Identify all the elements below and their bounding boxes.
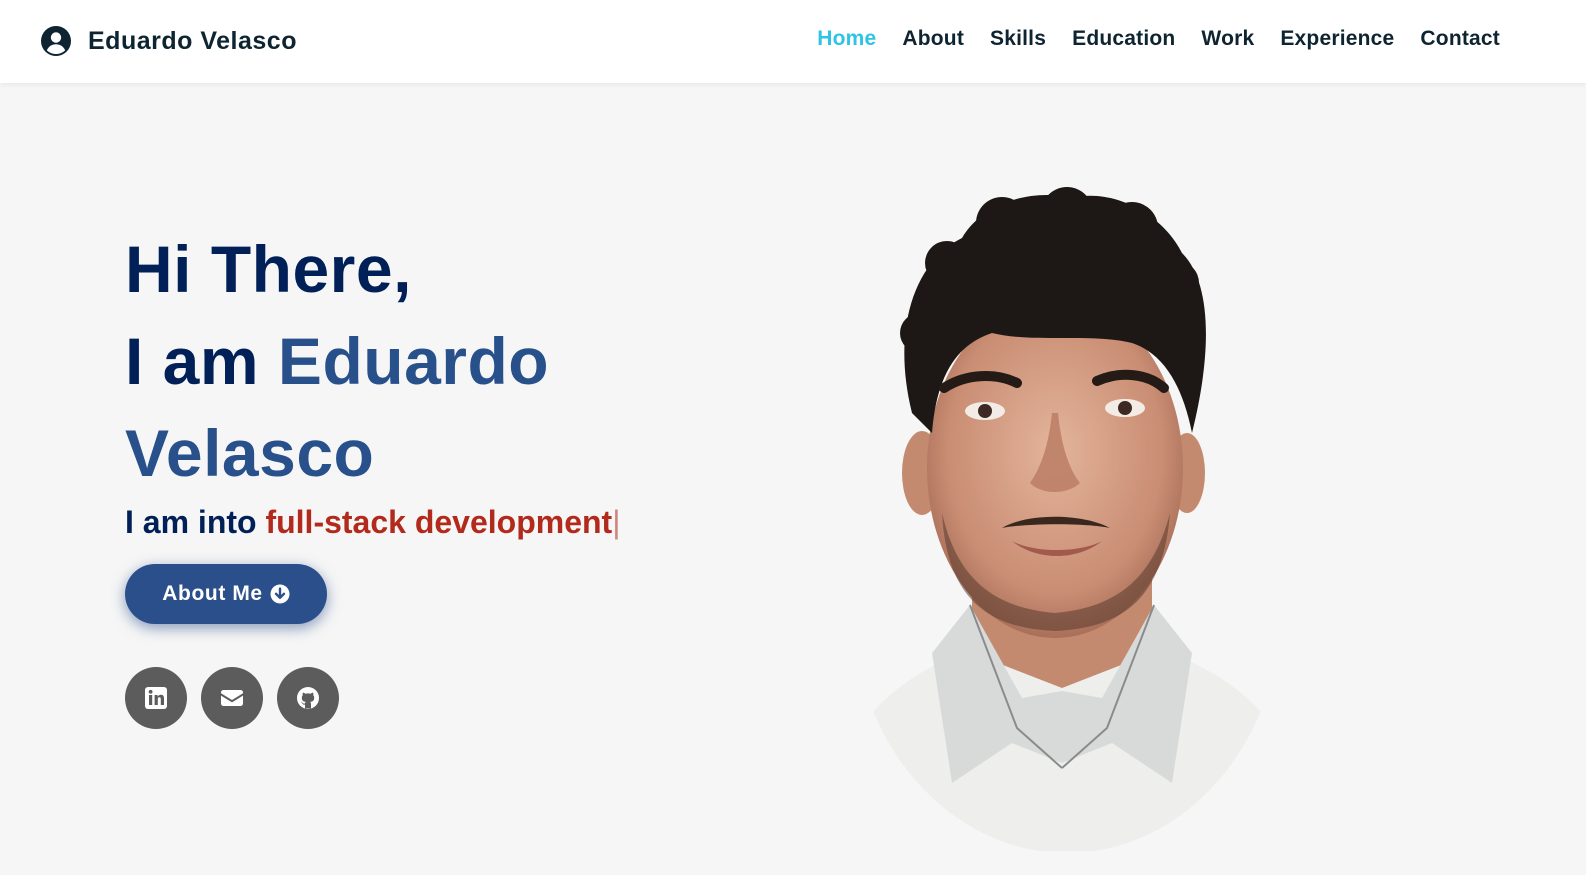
hero-title: Hi There, I am Eduardo Velasco — [125, 223, 765, 499]
nav-item-experience[interactable]: Experience — [1280, 27, 1394, 51]
main-nav: Home About Skills Education Work Experie… — [817, 27, 1500, 51]
hero-section: Hi There, I am Eduardo Velasco I am into… — [0, 83, 1586, 875]
nav-item-work[interactable]: Work — [1201, 27, 1254, 51]
hero-first-name: Eduardo — [277, 324, 550, 398]
nav-item-home[interactable]: Home — [817, 27, 876, 51]
nav-item-education[interactable]: Education — [1072, 27, 1175, 51]
about-me-button[interactable]: About Me — [125, 564, 327, 624]
profile-photo — [852, 183, 1282, 851]
linkedin-link[interactable] — [125, 667, 187, 729]
arrow-circle-down-icon — [270, 584, 290, 604]
hero-last-name: Velasco — [125, 416, 375, 490]
envelope-icon — [221, 690, 243, 706]
hero-greeting: Hi There, — [125, 232, 412, 306]
linkedin-icon — [145, 687, 167, 709]
hero-intro: I am — [125, 324, 260, 398]
email-link[interactable] — [201, 667, 263, 729]
navbar: Eduardo Velasco Home About Skills Educat… — [0, 0, 1586, 83]
nav-item-contact[interactable]: Contact — [1420, 27, 1500, 51]
brand-link[interactable]: Eduardo Velasco — [41, 24, 297, 58]
social-links — [125, 667, 339, 729]
github-icon — [297, 687, 319, 709]
typed-tagline: I am into full-stack development| — [125, 502, 765, 542]
about-me-label: About Me — [162, 582, 263, 605]
hero-text: Hi There, I am Eduardo Velasco I am into… — [125, 223, 765, 542]
user-circle-icon — [41, 26, 71, 56]
typed-prefix: I am into — [125, 504, 257, 540]
nav-item-skills[interactable]: Skills — [990, 27, 1046, 51]
nav-item-about[interactable]: About — [902, 27, 964, 51]
github-link[interactable] — [277, 667, 339, 729]
typed-cursor: | — [612, 504, 621, 540]
brand-name: Eduardo Velasco — [88, 26, 297, 55]
typed-text: full-stack development — [265, 504, 613, 540]
